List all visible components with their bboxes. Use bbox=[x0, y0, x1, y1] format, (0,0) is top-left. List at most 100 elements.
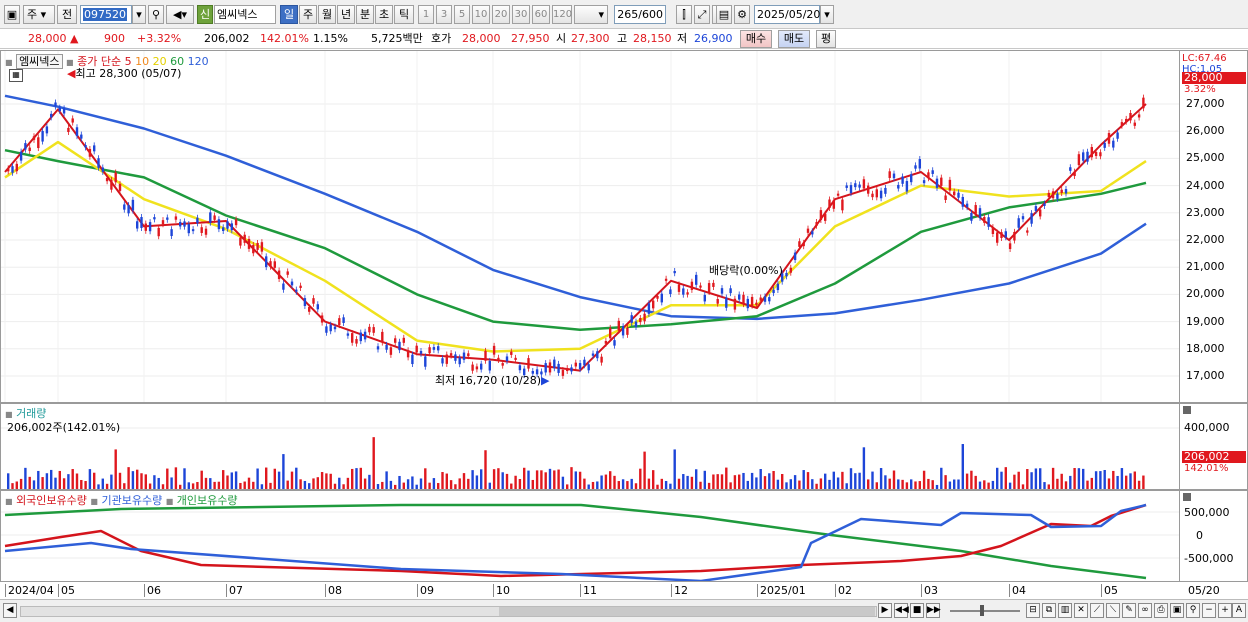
compare-icon[interactable]: ⤢ bbox=[694, 5, 710, 24]
candle-body bbox=[1125, 118, 1128, 122]
chart-icon[interactable]: ▥ bbox=[1058, 603, 1072, 618]
data-count-input[interactable]: 265/600 bbox=[614, 5, 666, 24]
interval-5[interactable]: 5 bbox=[454, 5, 470, 24]
volume-value-label: 206,002주(142.01%) bbox=[7, 421, 121, 434]
average-button[interactable]: 평 bbox=[816, 30, 836, 48]
copy-icon[interactable]: ⧉ bbox=[1042, 603, 1056, 618]
price-tick-label: 19,000 bbox=[1186, 314, 1225, 328]
price-chart[interactable] bbox=[1, 51, 1179, 402]
measure-icon[interactable]: ⟍ bbox=[1106, 603, 1120, 618]
minus-icon[interactable]: − bbox=[1202, 603, 1216, 618]
holdings-tick-neg: -500,000 bbox=[1184, 552, 1234, 565]
market-select[interactable]: 주 ▾ bbox=[23, 5, 55, 24]
grid-icon[interactable]: ▦ bbox=[9, 69, 23, 82]
period-year-tab[interactable]: 년 bbox=[337, 5, 355, 24]
candle-body bbox=[905, 181, 909, 192]
candle-body bbox=[488, 360, 491, 371]
sell-button[interactable]: 매도 bbox=[778, 30, 810, 48]
speaker-icon[interactable]: ◀▾ bbox=[166, 5, 194, 24]
period-month-tab[interactable]: 월 bbox=[318, 5, 336, 24]
cross-icon[interactable]: ✕ bbox=[1074, 603, 1088, 618]
layout-icon[interactable]: ⊟ bbox=[1026, 603, 1040, 618]
prev-button[interactable]: 전 bbox=[57, 5, 77, 24]
candle-body bbox=[290, 281, 294, 286]
holdings-legend: ■ 외국인보유수량 ■ 기관보유수량 ■ 개인보유수량 bbox=[5, 492, 238, 508]
period-week-tab[interactable]: 주 bbox=[299, 5, 317, 24]
scroll-right-icon[interactable]: ▶ bbox=[878, 603, 892, 618]
volume-bar bbox=[1017, 471, 1020, 489]
volume-bar bbox=[140, 473, 143, 489]
plus-icon[interactable]: + bbox=[1218, 603, 1232, 618]
volume-bar bbox=[359, 467, 362, 489]
interval-30[interactable]: 30 bbox=[512, 5, 530, 24]
interval-120[interactable]: 120 bbox=[552, 5, 572, 24]
volume-bar bbox=[1116, 475, 1119, 489]
zoom-slider[interactable] bbox=[950, 605, 1020, 616]
volume-bar bbox=[441, 472, 444, 489]
panel-toggle-icon[interactable]: ■ bbox=[166, 497, 174, 506]
chart-settings-icon[interactable]: ▣ bbox=[4, 5, 20, 24]
candle-body bbox=[1142, 97, 1145, 109]
interval-20[interactable]: 20 bbox=[492, 5, 510, 24]
draw-icon[interactable]: ✎ bbox=[1122, 603, 1136, 618]
volume-bar bbox=[591, 481, 595, 489]
price-tick-label: 23,000 bbox=[1186, 205, 1225, 219]
auto-scale-icon[interactable]: A bbox=[1232, 603, 1246, 618]
panel-close-icon[interactable] bbox=[1183, 406, 1191, 414]
panel-toggle-icon[interactable]: ■ bbox=[5, 410, 13, 419]
volume-bar bbox=[187, 482, 190, 489]
panel-toggle-icon[interactable]: ■ bbox=[90, 497, 98, 506]
panel-toggle-icon[interactable]: ■ bbox=[5, 58, 13, 67]
market-select-value: 주 bbox=[27, 8, 38, 21]
period-tick-tab[interactable]: 틱 bbox=[394, 5, 414, 24]
candle-body bbox=[591, 353, 595, 356]
candle-body bbox=[841, 199, 844, 211]
print-icon[interactable]: ⎙ bbox=[1154, 603, 1168, 618]
buy-button[interactable]: 매수 bbox=[740, 30, 772, 48]
candle-body bbox=[28, 147, 31, 152]
save-icon[interactable]: ▤ bbox=[716, 5, 732, 24]
search-icon[interactable]: ⚲ bbox=[1186, 603, 1200, 618]
stock-name-field[interactable]: 엠씨넥스 bbox=[214, 5, 276, 24]
interval-custom-select[interactable]: ▾ bbox=[574, 5, 608, 24]
scrollbar-thumb[interactable] bbox=[499, 607, 875, 616]
period-minute-tab[interactable]: 분 bbox=[356, 5, 374, 24]
stop-icon[interactable]: ■ bbox=[910, 603, 924, 618]
gear-icon[interactable]: ⚙ bbox=[734, 5, 750, 24]
chevron-down-icon[interactable]: ▾ bbox=[132, 5, 146, 24]
interval-3[interactable]: 3 bbox=[436, 5, 452, 24]
volume-chart[interactable] bbox=[1, 404, 1179, 489]
x-axis-label: 05 bbox=[58, 584, 75, 597]
interval-60[interactable]: 60 bbox=[532, 5, 550, 24]
horizontal-scrollbar[interactable] bbox=[20, 606, 877, 617]
volume-bar bbox=[1137, 480, 1141, 489]
zoom-slider-thumb[interactable] bbox=[980, 605, 984, 616]
volume-bar bbox=[1030, 472, 1033, 489]
link-icon[interactable]: ∞ bbox=[1138, 603, 1152, 618]
trend-icon[interactable]: ⟋ bbox=[1090, 603, 1104, 618]
candle-body bbox=[505, 356, 509, 362]
candle-body bbox=[157, 227, 160, 237]
new-listing-badge[interactable]: 신 bbox=[197, 5, 213, 24]
period-day-tab[interactable]: 일 bbox=[280, 5, 298, 24]
fast-forward-icon[interactable]: ▶▶ bbox=[926, 603, 941, 618]
volume-bar bbox=[445, 473, 448, 489]
interval-10[interactable]: 10 bbox=[472, 5, 490, 24]
scroll-left-icon[interactable]: ◀ bbox=[3, 603, 17, 618]
panel-close-icon[interactable] bbox=[1183, 493, 1191, 501]
volume-bar bbox=[252, 481, 255, 489]
quote-bar: 28,000 ▲ 900 +3.32% 206,002 142.01% 1.15… bbox=[0, 29, 1248, 49]
calendar-dropdown-icon[interactable]: ▾ bbox=[820, 5, 834, 24]
candle-body bbox=[286, 271, 289, 275]
panel-toggle-icon[interactable]: ■ bbox=[5, 497, 13, 506]
candle-body bbox=[333, 326, 337, 330]
stock-code-input[interactable]: 097520 bbox=[80, 5, 132, 24]
interval-1[interactable]: 1 bbox=[418, 5, 434, 24]
image-icon[interactable]: ▣ bbox=[1170, 603, 1184, 618]
candle-type-icon[interactable]: ⫿ bbox=[676, 5, 692, 24]
search-icon[interactable]: ⚲ bbox=[148, 5, 164, 24]
rewind-icon[interactable]: ◀◀ bbox=[894, 603, 909, 618]
period-second-tab[interactable]: 초 bbox=[375, 5, 393, 24]
date-input[interactable]: 2025/05/20 bbox=[754, 5, 820, 24]
candle-body bbox=[699, 285, 702, 288]
